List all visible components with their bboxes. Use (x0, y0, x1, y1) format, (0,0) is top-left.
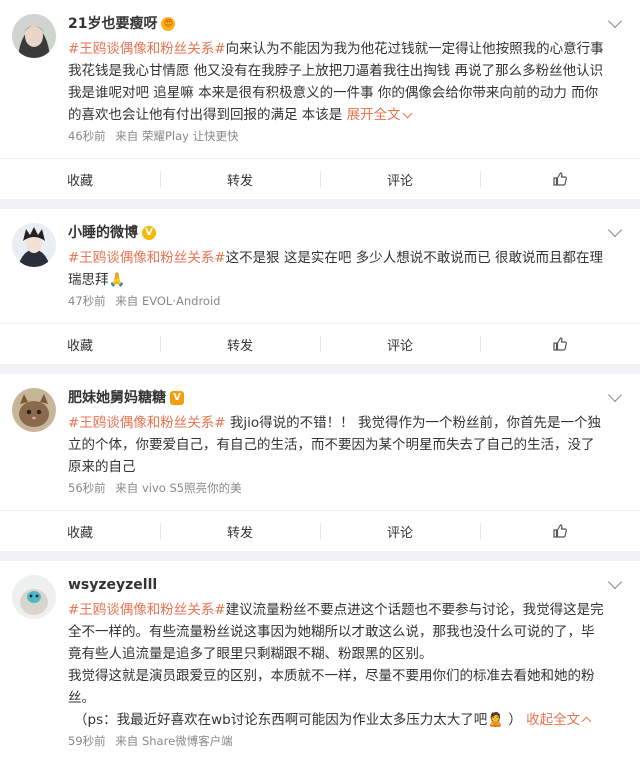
like-button[interactable] (480, 324, 640, 364)
topic-link[interactable]: #王鸥谈偶像和粉丝关系# (68, 415, 226, 431)
post-actions: 收藏 转发 评论 (0, 510, 640, 551)
topic-link[interactable]: #王鸥谈偶像和粉丝关系# (68, 250, 226, 266)
chevron-up-icon (581, 716, 592, 727)
post-card: 肥妹她舅妈糖糖 V #王鸥谈偶像和粉丝关系# 我jio得说的不错！！ 我觉得作为… (0, 374, 640, 551)
repost-button[interactable]: 转发 (160, 159, 320, 199)
post-meta: 59秒前 来自 Share微博客户端 (68, 733, 624, 763)
collapse-label: 收起全文 (526, 712, 581, 728)
post-text-paragraph: 我觉得这就是演员跟爱豆的区别，本质就不一样，尽量不要用你们的标准去看她和她的粉丝… (68, 668, 595, 706)
like-button[interactable] (480, 159, 640, 199)
username-text[interactable]: 21岁也要瘦呀 (68, 14, 157, 34)
post-time: 56秒前 (68, 481, 106, 495)
post-username[interactable]: wsyzeyzelll (68, 575, 624, 595)
username-text[interactable]: 小睡的微博 (68, 223, 138, 243)
thumbs-up-icon (553, 172, 567, 186)
comment-button[interactable]: 评论 (320, 159, 480, 199)
post-card: 21岁也要瘦呀 😍 #王鸥谈偶像和粉丝关系#向来认为不能因为我为他花过钱就一定得… (0, 0, 640, 199)
topic-link[interactable]: #王鸥谈偶像和粉丝关系# (68, 602, 226, 618)
avatar[interactable] (12, 14, 56, 58)
emoji-badge-icon: 😍 (161, 17, 176, 31)
chevron-down-icon (402, 108, 413, 119)
avatar[interactable] (12, 223, 56, 267)
post-actions: 收藏 转发 评论 (0, 323, 640, 364)
post-content: #王鸥谈偶像和粉丝关系#这不是狠 这是实在吧 多少人想说不敢说而已 很敢说而且都… (68, 247, 624, 291)
post-content: #王鸥谈偶像和粉丝关系#向来认为不能因为我为他花过钱就一定得让他按照我的心意行事… (68, 38, 624, 126)
post-actions: 收藏 转发 评论 (0, 158, 640, 199)
post-meta: 56秒前 来自 vivo S5照亮你的美 (68, 480, 624, 510)
post-time: 47秒前 (68, 294, 106, 308)
expand-label: 展开全文 (346, 107, 401, 123)
weibo-feed: 21岁也要瘦呀 😍 #王鸥谈偶像和粉丝关系#向来认为不能因为我为他花过钱就一定得… (0, 0, 640, 763)
collect-button[interactable]: 收藏 (0, 159, 160, 199)
repost-button[interactable]: 转发 (160, 511, 320, 551)
thumbs-up-icon (553, 337, 567, 351)
post-content: #王鸥谈偶像和粉丝关系#建议流量粉丝不要点进这个话题也不要参与讨论，我觉得这是完… (68, 599, 624, 731)
like-button[interactable] (480, 511, 640, 551)
post-meta: 47秒前 来自 EVOL·Android (68, 293, 624, 323)
collect-button[interactable]: 收藏 (0, 511, 160, 551)
topic-link[interactable]: #王鸥谈偶像和粉丝关系# (68, 41, 226, 57)
thumbs-up-icon (553, 524, 567, 538)
collapse-full-text-link[interactable]: 收起全文 (526, 712, 592, 728)
post-card: wsyzeyzelll #王鸥谈偶像和粉丝关系#建议流量粉丝不要点进这个话题也不… (0, 561, 640, 763)
comment-button[interactable]: 评论 (320, 511, 480, 551)
post-time: 59秒前 (68, 734, 106, 748)
username-text[interactable]: wsyzeyzelll (68, 575, 157, 595)
repost-button[interactable]: 转发 (160, 324, 320, 364)
post-source: 来自 Share微博客户端 (115, 734, 233, 748)
username-text[interactable]: 肥妹她舅妈糖糖 (68, 388, 166, 408)
comment-button[interactable]: 评论 (320, 324, 480, 364)
avatar[interactable] (12, 388, 56, 432)
post-username[interactable]: 小睡的微博 V (68, 223, 624, 243)
expand-full-text-link[interactable]: 展开全文 (346, 107, 413, 123)
verified-badge-icon: V (170, 391, 184, 405)
avatar[interactable] (12, 575, 56, 619)
post-username[interactable]: 肥妹她舅妈糖糖 V (68, 388, 624, 408)
post-content: #王鸥谈偶像和粉丝关系# 我jio得说的不错！！ 我觉得作为一个粉丝前，你首先是… (68, 412, 624, 478)
post-text-ps: （ps：我最近好喜欢在wb讨论东西啊可能因为作业太多压力太大了吧🙎 ） (74, 712, 522, 728)
post-meta: 46秒前 来自 荣耀Play 让快更快 (68, 128, 624, 158)
post-card: 小睡的微博 V #王鸥谈偶像和粉丝关系#这不是狠 这是实在吧 多少人想说不敢说而… (0, 209, 640, 364)
verified-badge-icon: V (142, 226, 156, 240)
post-source: 来自 荣耀Play 让快更快 (115, 129, 239, 143)
collect-button[interactable]: 收藏 (0, 324, 160, 364)
post-username[interactable]: 21岁也要瘦呀 😍 (68, 14, 624, 34)
post-source: 来自 vivo S5照亮你的美 (115, 481, 242, 495)
post-time: 46秒前 (68, 129, 106, 143)
post-source: 来自 EVOL·Android (115, 294, 221, 308)
